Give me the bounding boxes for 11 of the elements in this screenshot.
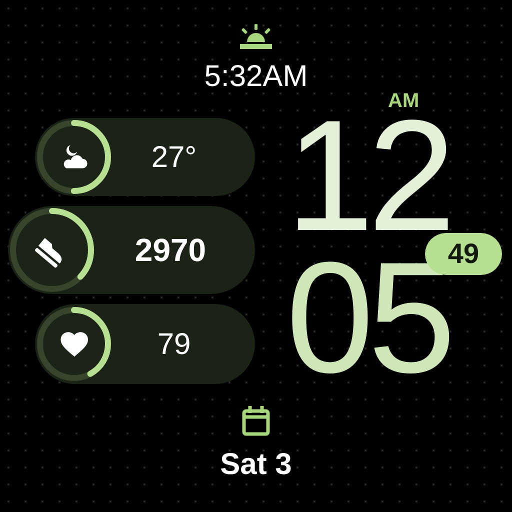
complication-value: 2970 xyxy=(134,231,208,270)
complication-pill[interactable]: 79 xyxy=(35,304,255,384)
period-label: AM xyxy=(388,90,420,112)
date-label: Sat 3 xyxy=(220,448,292,482)
complication-value: 79 xyxy=(156,326,192,362)
complication-pill[interactable]: 27° xyxy=(35,118,255,196)
sunrise-icon xyxy=(238,24,274,50)
complication-value: 27° xyxy=(150,140,198,176)
sunrise-time: 5:32AM xyxy=(204,60,308,94)
calendar-icon xyxy=(242,406,270,436)
complication-pill[interactable]: 2970 xyxy=(8,206,255,294)
